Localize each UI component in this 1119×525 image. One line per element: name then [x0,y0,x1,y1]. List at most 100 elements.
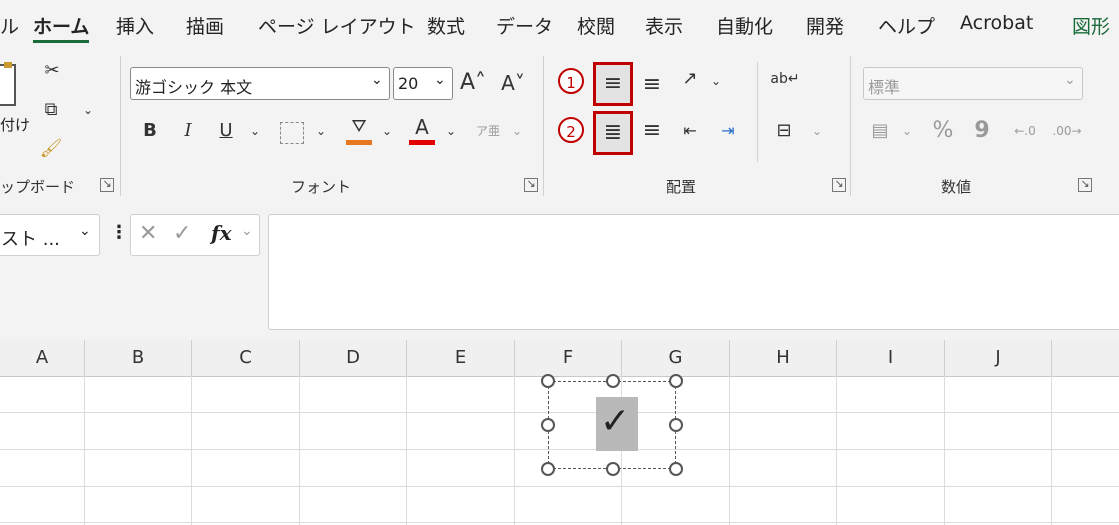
italic-icon[interactable]: I [176,116,200,146]
middle-align-icon[interactable]: ≡ [638,70,666,100]
tab-page-layout[interactable]: ページ レイアウト [258,12,416,39]
underline-icon[interactable]: U [214,116,238,146]
top-align-button[interactable]: ≡ [593,62,633,106]
column-header-j[interactable]: J [945,340,1052,376]
clipboard-launcher-icon[interactable]: ↘ [100,178,114,192]
resize-handle[interactable] [541,418,555,432]
tab-shape-format[interactable]: 図形 [1072,12,1110,39]
alignment-group-label: 配置 [666,178,697,196]
name-box[interactable]: スト ... ⌄ [0,214,100,256]
borders-icon[interactable] [280,122,304,144]
tab-insert[interactable]: 挿入 [116,12,154,39]
wrap-text-icon[interactable]: ab↵ [770,64,800,94]
tab-acrobat[interactable]: Acrobat [960,12,1033,34]
phonetic-dropdown-icon[interactable]: ⌄ [508,116,526,146]
increase-decimal-icon[interactable]: ←.0 [1010,116,1040,146]
tab-draw[interactable]: 描画 [186,12,224,39]
paste-label[interactable]: 付け [0,114,30,135]
merge-dropdown-icon[interactable]: ⌄ [808,116,826,146]
name-box-value: スト ... [1,229,60,250]
tab-automate[interactable]: 自動化 [716,12,773,39]
grid-line [299,376,300,525]
tab-review[interactable]: 校閲 [577,12,615,39]
column-header-d[interactable]: D [300,340,407,376]
column-header-h[interactable]: H [730,340,837,376]
column-header-a[interactable]: A [0,340,85,376]
tab-data[interactable]: データ [496,12,553,39]
number-launcher-icon[interactable]: ↘ [1078,178,1092,192]
copy-dropdown-icon[interactable]: ⌄ [78,95,98,125]
increase-indent-icon[interactable]: ⇥ [714,116,742,146]
resize-handle[interactable] [541,462,555,476]
accounting-format-icon[interactable]: ▤ [866,116,894,146]
insert-function-icon[interactable]: fx [211,221,232,245]
format-painter-icon[interactable]: 🖌 [36,134,66,164]
grid-line [514,376,515,525]
align-center-icon[interactable]: ≡ [638,116,666,146]
decrease-font-size-icon[interactable]: A˅ [498,68,528,98]
tab-help[interactable]: ヘルプ [878,12,935,39]
grid-line [1051,376,1052,525]
fill-color-dropdown-icon[interactable]: ⌄ [378,116,396,146]
column-header-c[interactable]: C [192,340,300,376]
percent-style-icon[interactable]: % [928,116,958,146]
fill-color-swatch [346,140,372,145]
accounting-dropdown-icon[interactable]: ⌄ [898,116,916,146]
formula-input[interactable] [268,214,1119,330]
tab-developer[interactable]: 開発 [806,12,844,39]
font-size-select[interactable]: 20 ⌄ [393,67,453,100]
column-header-e[interactable]: E [407,340,515,376]
decrease-indent-icon[interactable]: ⇤ [676,116,704,146]
resize-handle[interactable] [606,462,620,476]
merge-center-icon[interactable]: ⊟ [770,116,798,146]
resize-handle[interactable] [669,462,683,476]
number-format-value: 標準 [868,78,901,97]
borders-dropdown-icon[interactable]: ⌄ [312,116,330,146]
resize-handle[interactable] [669,374,683,388]
orientation-icon[interactable]: ↗ [676,64,704,94]
underline-dropdown-icon[interactable]: ⌄ [246,116,264,146]
fill-color-icon[interactable]: ⛛ [345,112,373,142]
more-options-icon[interactable]: ⋮ [110,222,128,243]
font-color-dropdown-icon[interactable]: ⌄ [442,116,460,146]
cancel-icon[interactable]: ✕ [139,221,157,246]
enter-icon[interactable]: ✓ [173,221,191,246]
comma-style-icon[interactable]: 9 [970,116,994,146]
tab-view[interactable]: 表示 [645,12,683,39]
resize-handle[interactable] [669,418,683,432]
column-header-b[interactable]: B [85,340,192,376]
clipboard-clip-icon [4,62,12,68]
align-left-button[interactable]: ≣ [593,111,633,155]
font-name-select[interactable]: 游ゴシック 本文 ⌄ [130,67,390,100]
grid-line [944,376,945,525]
copy-icon[interactable]: ⧉ [36,95,66,125]
tab-formulas[interactable]: 数式 [427,12,465,39]
paste-icon[interactable] [0,64,16,106]
column-header-f[interactable]: F [515,340,622,376]
column-header-i[interactable]: I [837,340,945,376]
checkbox-control[interactable]: ✓ [596,397,638,451]
tab-layout-partial[interactable]: ル [0,12,19,39]
resize-handle[interactable] [541,374,555,388]
orientation-dropdown-icon[interactable]: ⌄ [708,66,724,96]
phonetic-guide-icon[interactable]: ア亜 [476,116,500,146]
step-marker-2: 2 [558,117,584,143]
cut-icon[interactable]: ✂ [38,56,66,86]
grid-line [0,486,1119,487]
font-color-icon[interactable]: A [408,112,436,142]
decrease-decimal-icon[interactable]: .00→ [1052,116,1082,146]
chevron-down-icon: ⌄ [371,72,383,88]
number-format-select[interactable]: 標準 ⌄ [863,67,1083,100]
chevron-down-icon[interactable]: ⌄ [241,223,253,239]
separator [543,56,544,196]
column-header-g[interactable]: G [622,340,730,376]
grid-line [836,376,837,525]
bold-icon[interactable]: B [138,116,162,146]
increase-font-size-icon[interactable]: A˄ [458,68,488,98]
tab-home[interactable]: ホーム [33,12,89,39]
font-launcher-icon[interactable]: ↘ [524,178,538,192]
step-marker-1: 1 [558,68,584,94]
alignment-launcher-icon[interactable]: ↘ [832,178,846,192]
font-name-value: 游ゴシック 本文 [135,78,253,97]
resize-handle[interactable] [606,374,620,388]
